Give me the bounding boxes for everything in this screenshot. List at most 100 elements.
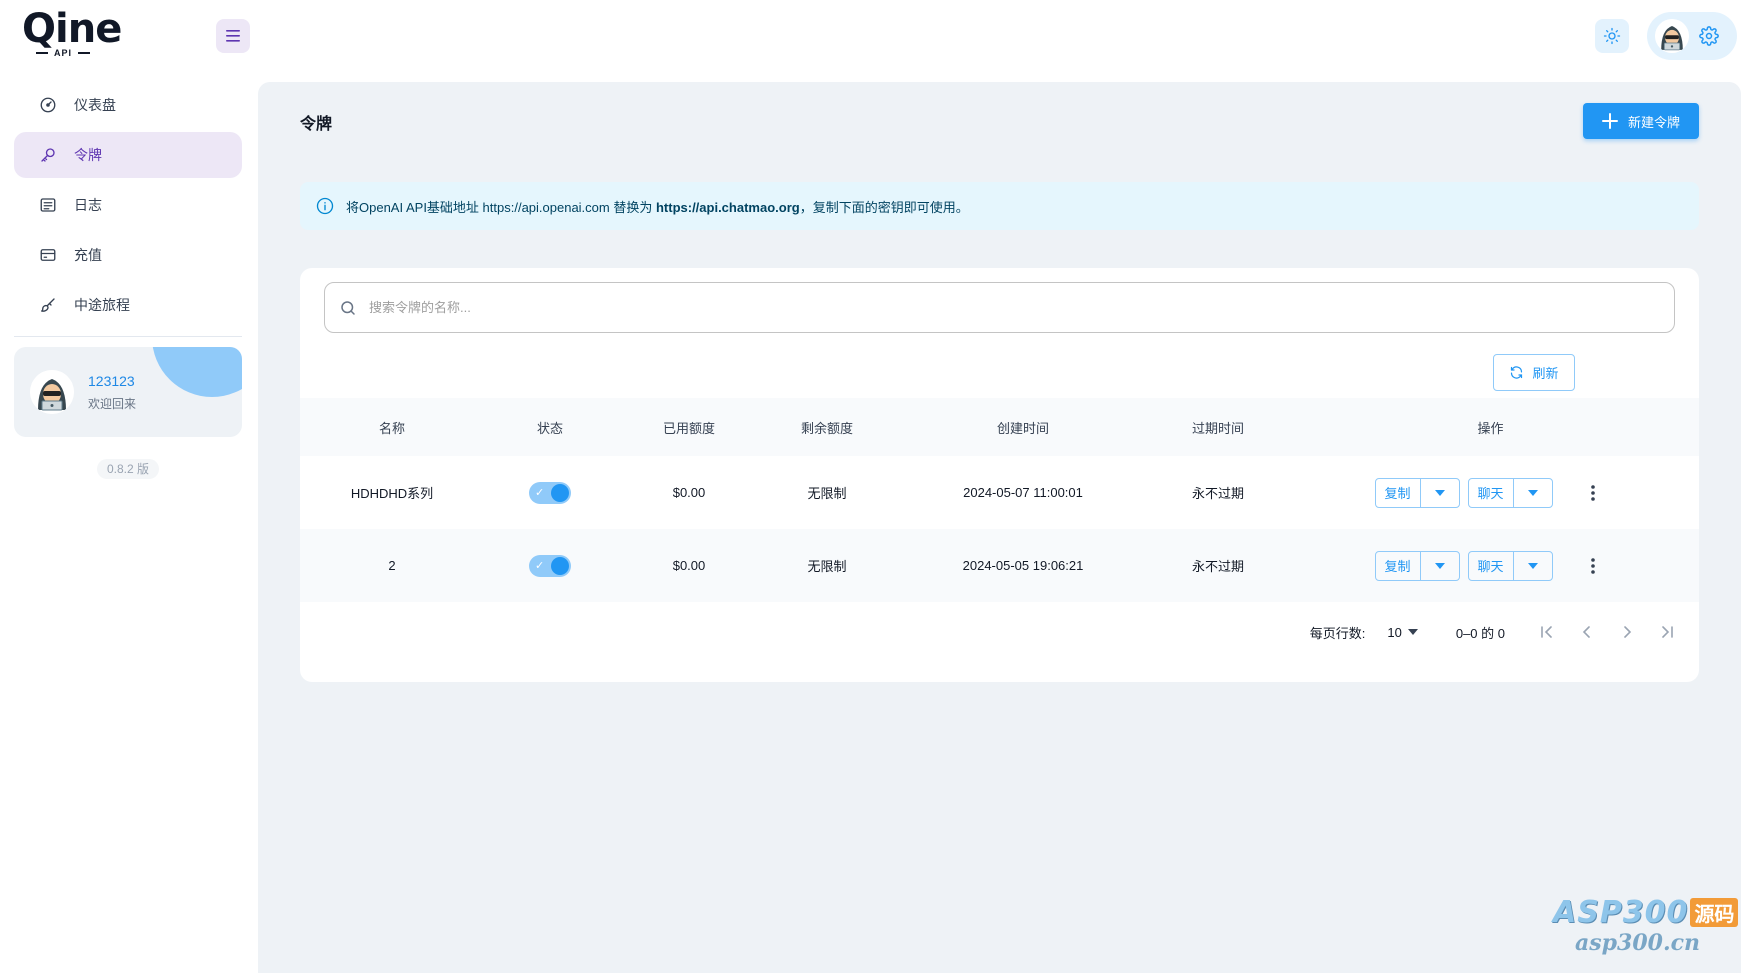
page-range: 0–0 的 0 [1455, 625, 1505, 641]
watermark-badge: 源码 [1690, 898, 1739, 927]
sidebar: 仪表盘 令牌 日志 充值 中途旅程 123123 欢迎回来 0.8.2 版 [0, 82, 256, 479]
search-box [324, 282, 1675, 333]
menu-toggle-button[interactable] [216, 19, 250, 53]
last-page-icon [1662, 626, 1673, 638]
tokens-card: 刷新 名称 状态 已用额度 剩余额度 创建时间 过期时间 操作 HDHDHD系列… [300, 268, 1699, 682]
chat-button[interactable]: 聊天 [1469, 551, 1514, 580]
sidebar-item-label: 中途旅程 [74, 297, 130, 313]
avatar [1655, 19, 1689, 53]
more-actions-button[interactable] [1579, 551, 1607, 581]
alert-highlight: https://api.chatmao.org [655, 199, 800, 215]
log-icon [38, 195, 58, 215]
toggle-knob [551, 483, 569, 502]
expire-time: 永不过期 [1191, 559, 1244, 574]
caret-down-icon [1407, 629, 1418, 635]
refresh-button[interactable]: 刷新 [1493, 354, 1575, 391]
row-actions: 复制 聊天 [1282, 477, 1699, 508]
rows-per-page-select[interactable]: 10 [1387, 624, 1418, 640]
row-actions: 复制 聊天 [1282, 550, 1699, 581]
profile-menu-button[interactable] [1647, 12, 1737, 60]
search-icon [341, 300, 355, 315]
refresh-label: 刷新 [1532, 366, 1559, 381]
table-row: HDHDHD系列 ✓ $0.00 无限制 2024-05-07 11:00:01… [300, 456, 1699, 529]
sidebar-item-tokens[interactable]: 令牌 [14, 132, 242, 178]
hacker-avatar-icon [30, 370, 74, 414]
first-page-icon [1541, 626, 1552, 638]
rows-per-page-value: 10 [1387, 624, 1402, 640]
next-page-button[interactable] [1607, 612, 1647, 652]
token-name: HDHDHD系列 [350, 486, 434, 501]
brush-icon [38, 295, 58, 315]
main-content: 令牌 新建令牌 将OpenAI API基础地址 https://api.open… [258, 82, 1741, 973]
toggle-knob [551, 556, 569, 575]
watermark: ASP300 源码 asp300.cn [1553, 895, 1753, 965]
sidebar-item-topup[interactable]: 充值 [14, 232, 242, 278]
chevron-right-icon [1624, 626, 1632, 638]
prev-page-button[interactable] [1567, 612, 1607, 652]
refresh-icon [1511, 366, 1523, 379]
search-input[interactable] [369, 300, 1569, 315]
table-header: 名称 状态 已用额度 剩余额度 创建时间 过期时间 操作 [300, 398, 1699, 456]
expire-time: 永不过期 [1191, 486, 1244, 501]
gear-icon [1699, 26, 1719, 46]
check-icon: ✓ [535, 486, 545, 499]
version-badge: 0.8.2 版 [97, 459, 159, 479]
credit-card-icon [38, 245, 58, 265]
chat-split-button: 聊天 [1467, 550, 1553, 581]
more-actions-button[interactable] [1579, 478, 1607, 508]
copy-dropdown-button[interactable] [1421, 552, 1459, 580]
logo-text: Qine [22, 6, 122, 52]
new-token-label: 新建令牌 [1627, 114, 1680, 130]
remaining-quota: 无限制 [807, 559, 847, 574]
used-quota: $0.00 [672, 558, 706, 573]
avatar [30, 370, 74, 414]
username: 123123 [88, 372, 135, 389]
first-page-button[interactable] [1527, 612, 1567, 652]
plus-icon [1601, 113, 1618, 129]
sidebar-item-logs[interactable]: 日志 [14, 182, 242, 228]
column-header-created[interactable]: 创建时间 [892, 418, 1154, 437]
user-card: 123123 欢迎回来 [14, 347, 242, 437]
column-header-name[interactable]: 名称 [300, 418, 484, 437]
info-icon [316, 197, 334, 215]
check-icon: ✓ [535, 559, 545, 572]
created-time: 2024-05-05 19:06:21 [962, 558, 1084, 573]
chat-dropdown-button[interactable] [1514, 552, 1552, 580]
watermark-brand: ASP300 [1553, 895, 1689, 930]
status-cell: ✓ [484, 481, 616, 504]
new-token-button[interactable]: 新建令牌 [1583, 103, 1699, 139]
chat-dropdown-button[interactable] [1514, 479, 1552, 507]
copy-dropdown-button[interactable] [1421, 479, 1459, 507]
column-header-expires[interactable]: 过期时间 [1154, 418, 1282, 437]
rows-per-page-label: 每页行数: [1309, 625, 1366, 641]
status-cell: ✓ [484, 554, 616, 577]
sidebar-item-midjourney[interactable]: 中途旅程 [14, 282, 242, 328]
column-header-remaining[interactable]: 剩余额度 [762, 418, 892, 437]
logo[interactable]: Qine API [22, 6, 122, 64]
token-name: 2 [388, 558, 396, 573]
hamburger-icon [226, 30, 240, 42]
chat-button[interactable]: 聊天 [1469, 478, 1514, 507]
status-toggle[interactable]: ✓ [529, 554, 571, 577]
column-header-used[interactable]: 已用额度 [616, 418, 762, 437]
sidebar-item-label: 日志 [74, 197, 102, 213]
theme-toggle-button[interactable] [1595, 19, 1629, 53]
alert-suffix: ，复制下面的密钥即可使用。 [799, 199, 969, 215]
caret-down-icon [1434, 489, 1445, 496]
column-header-status[interactable]: 状态 [484, 418, 616, 437]
caret-down-icon [1527, 562, 1538, 569]
welcome-text: 欢迎回来 [88, 396, 137, 411]
remaining-quota: 无限制 [807, 486, 847, 501]
sidebar-item-label: 充值 [74, 247, 102, 263]
more-vertical-icon [1590, 484, 1595, 501]
created-time: 2024-05-07 11:00:01 [963, 485, 1083, 500]
logo-sub-label: API [54, 48, 73, 58]
status-toggle[interactable]: ✓ [529, 481, 571, 504]
key-icon [38, 145, 58, 165]
copy-button[interactable]: 复制 [1376, 551, 1421, 580]
chevron-left-icon [1582, 626, 1590, 638]
sidebar-item-dashboard[interactable]: 仪表盘 [14, 82, 242, 128]
caret-down-icon [1527, 489, 1538, 496]
copy-button[interactable]: 复制 [1376, 478, 1421, 507]
last-page-button[interactable] [1647, 612, 1687, 652]
